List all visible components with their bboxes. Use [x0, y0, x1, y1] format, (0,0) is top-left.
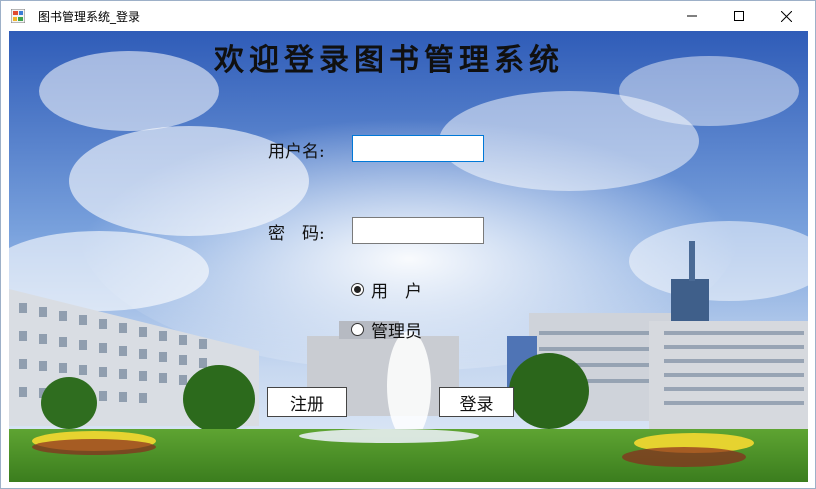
- password-label: 密 码:: [268, 224, 325, 244]
- minimize-icon: [687, 15, 697, 17]
- radio-selected-dot: [354, 286, 361, 293]
- radio-admin-label: 管理员: [371, 322, 422, 342]
- minimize-button[interactable]: [669, 1, 715, 31]
- app-icon: [11, 9, 25, 23]
- campus-background-image: [9, 31, 808, 482]
- radio-user-label: 用 户: [371, 282, 422, 302]
- radio-user-circle: [351, 283, 364, 296]
- radio-admin-circle: [351, 323, 364, 336]
- login-window: 图书管理系统_登录 欢迎登录图书管理系统 用户名: 密 码: 用 户 管理员 注…: [0, 0, 816, 489]
- maximize-button[interactable]: [716, 1, 762, 31]
- username-input[interactable]: [352, 135, 484, 162]
- close-button[interactable]: [763, 1, 809, 31]
- maximize-icon: [734, 11, 744, 21]
- page-title: 欢迎登录图书管理系统: [214, 43, 564, 78]
- login-button[interactable]: 登录: [439, 387, 514, 417]
- register-button[interactable]: 注册: [267, 387, 347, 417]
- radio-admin[interactable]: 管理员: [351, 317, 422, 342]
- close-icon: [780, 10, 792, 22]
- radio-user[interactable]: 用 户: [351, 277, 422, 302]
- window-title: 图书管理系统_登录: [38, 10, 141, 24]
- password-input[interactable]: [352, 217, 484, 244]
- login-form-area: 欢迎登录图书管理系统 用户名: 密 码: 用 户 管理员 注册 登录: [9, 31, 808, 482]
- title-bar[interactable]: 图书管理系统_登录: [1, 1, 815, 31]
- username-label: 用户名:: [268, 142, 325, 162]
